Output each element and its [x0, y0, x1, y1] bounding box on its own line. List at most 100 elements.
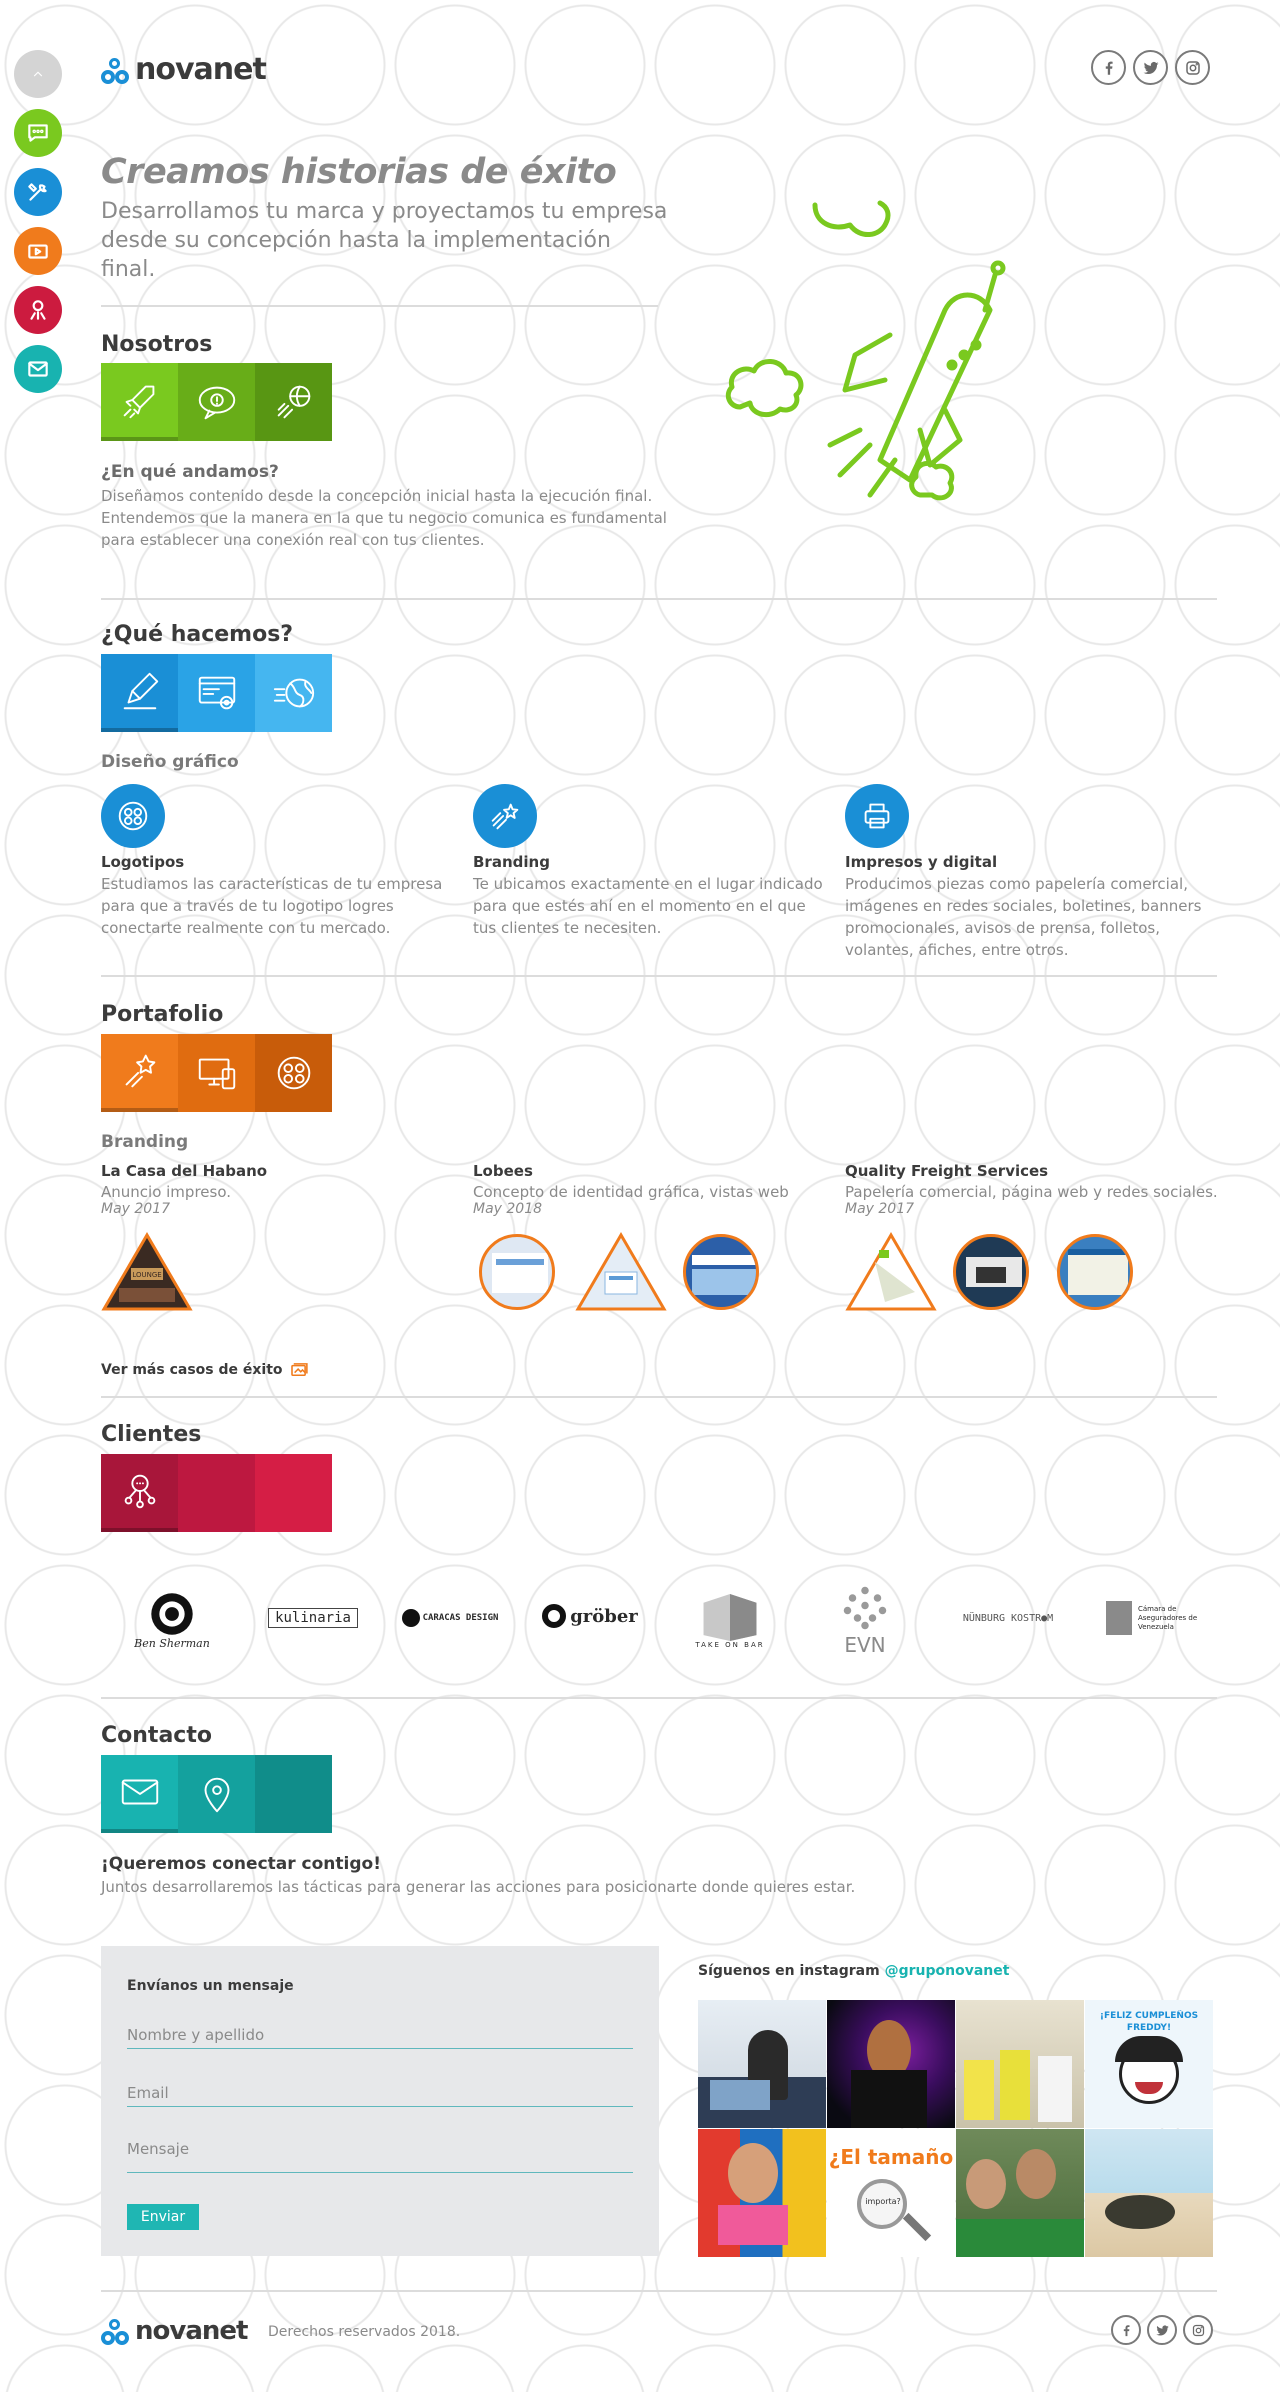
portfolio-thumb-lobees-1[interactable]: [479, 1234, 555, 1310]
external-gallery-icon: [290, 1363, 308, 1377]
people-icon: [30, 300, 46, 320]
twitter-icon: [1143, 61, 1158, 74]
client-logo-take-on-bar: TAKE ON BAR: [690, 1585, 770, 1655]
nav-clientes-button[interactable]: [14, 286, 62, 334]
instagram-post[interactable]: [956, 2000, 1084, 2128]
contacto-tiles: [101, 1755, 332, 1833]
portfolio-item-3-date: May 2017: [845, 1201, 915, 1217]
message-field[interactable]: Mensaje: [127, 2140, 633, 2173]
portfolio-item-1-title[interactable]: La Casa del Habano: [101, 1162, 267, 1180]
instagram-link[interactable]: [1175, 50, 1210, 85]
portfolio-thumb-lobees-3[interactable]: [683, 1234, 759, 1310]
instagram-grid: ¡FELIZ CUMPLEÑOS FREDDY! ¿El tamaño impo…: [698, 2000, 1215, 2257]
twitter-link[interactable]: [1133, 50, 1168, 85]
logo-wordmark: novanet: [135, 52, 267, 87]
browser-gear-icon: [198, 676, 235, 710]
logo-wordmark: novanet: [135, 2316, 248, 2346]
client-logo-caracas-design: CARACAS DESIGN: [400, 1603, 500, 1633]
circles-icon: [118, 801, 148, 831]
instagram-post[interactable]: [698, 2000, 826, 2128]
form-title: Envíanos un mensaje: [127, 1978, 294, 1994]
service-logotipos-text: Estudiamos las características de tu emp…: [101, 875, 443, 937]
portfolio-thumb-qfs-1[interactable]: [845, 1232, 937, 1312]
portfolio-thumb-habano[interactable]: LOUNGE: [101, 1232, 193, 1312]
nav-nosotros-button[interactable]: [14, 109, 62, 157]
portafolio-subtitle: Branding: [101, 1132, 189, 1152]
hero-title: Creamos historias de éxito: [101, 152, 617, 192]
portfolio-thumb-qfs-2[interactable]: [953, 1234, 1029, 1310]
service-branding-text: Te ubicamos exactamente en el lugar indi…: [473, 875, 823, 937]
email-field[interactable]: Email: [127, 2084, 633, 2107]
que-hacemos-tile-globe: [255, 654, 332, 732]
clientes-tile-people: [101, 1454, 178, 1532]
portfolio-item-2-title[interactable]: Lobees: [473, 1162, 533, 1180]
instagram-label: Síguenos en instagram: [698, 1963, 880, 1979]
ball-icon: [277, 385, 310, 419]
nav-que-hacemos-button[interactable]: [14, 168, 62, 216]
instagram-link[interactable]: [1183, 2315, 1213, 2345]
more-cases-label: Ver más casos de éxito: [101, 1362, 283, 1378]
hero-subtitle: Desarrollamos tu marca y proyectamos tu …: [101, 199, 668, 282]
instagram-post[interactable]: [956, 2129, 1084, 2257]
portafolio-tile-star: [101, 1034, 178, 1112]
instagram-post[interactable]: [827, 2000, 955, 2128]
footer-logo[interactable]: novanet: [101, 2316, 248, 2346]
instagram-heading: Síguenos en instagram @gruponovanet: [698, 1963, 1009, 1979]
nav-up-button[interactable]: [14, 50, 62, 98]
portfolio-thumb-qfs-3[interactable]: [1057, 1234, 1133, 1310]
contacto-title: Contacto: [101, 1723, 212, 1748]
que-hacemos-tiles: [101, 654, 332, 732]
rocket-illustration: [725, 200, 1006, 501]
service-impresos-text: Producimos piezas como papelería comerci…: [845, 875, 1202, 959]
nosotros-divider: [101, 598, 1217, 600]
client-logo-evn: EVN: [825, 1570, 905, 1670]
portfolio-item-3-desc: Papelería comercial, página web y redes …: [845, 1183, 1218, 1201]
portfolio-item-2-date: May 2018: [473, 1201, 543, 1217]
clientes-tile-3: [255, 1454, 332, 1532]
logo-mark: [101, 2317, 131, 2345]
instagram-post[interactable]: [1085, 2129, 1213, 2257]
nosotros-tile-bubble: [178, 363, 255, 441]
name-field[interactable]: Nombre y apellido: [127, 2026, 633, 2049]
svg-text:LOUNGE: LOUNGE: [132, 1271, 161, 1279]
twitter-link[interactable]: [1147, 2315, 1177, 2345]
client-logo-grober: gröber: [542, 1595, 638, 1637]
service-impresos-icon-wrap: [845, 784, 909, 848]
portfolio-item-1-desc: Anuncio impreso.: [101, 1183, 232, 1201]
instagram-post[interactable]: [698, 2129, 826, 2257]
portfolio-thumb-lobees-2[interactable]: [575, 1232, 667, 1312]
nosotros-tiles: [101, 363, 332, 441]
instagram-post[interactable]: ¡FELIZ CUMPLEÑOS FREDDY!: [1085, 2000, 1213, 2128]
instagram-icon: [1185, 60, 1200, 75]
portafolio-title: Portafolio: [101, 1002, 224, 1027]
contacto-heading: ¡Queremos conectar contigo!: [101, 1854, 381, 1874]
facebook-link[interactable]: [1091, 50, 1126, 85]
service-logotipos-title: Logotipos: [101, 853, 185, 871]
nav-portafolio-button[interactable]: [14, 227, 62, 275]
contacto-text: Juntos desarrollaremos las tácticas para…: [101, 1878, 856, 1896]
portfolio-item-2-desc: Concepto de identidad gráfica, vistas we…: [473, 1183, 789, 1201]
portafolio-tile-circles: [255, 1034, 332, 1112]
service-branding-title: Branding: [473, 853, 550, 871]
portfolio-item-3-title[interactable]: Quality Freight Services: [845, 1162, 1048, 1180]
target-icon: [151, 1592, 193, 1635]
chevron-up-icon: [33, 71, 43, 77]
instagram-post[interactable]: ¿El tamaño importa?: [827, 2129, 955, 2257]
side-nav: [14, 50, 62, 404]
que-hacemos-title: ¿Qué hacemos?: [101, 622, 294, 647]
nosotros-tile-rocket: [101, 363, 178, 441]
contacto-tile-pin: [178, 1755, 255, 1833]
service-logotipos-icon-wrap: [101, 784, 165, 848]
nav-contacto-button[interactable]: [14, 345, 62, 393]
send-button[interactable]: Enviar: [127, 2204, 199, 2230]
facebook-link[interactable]: [1111, 2315, 1141, 2345]
more-cases-link[interactable]: Ver más casos de éxito: [101, 1362, 309, 1378]
header-logo[interactable]: novanet: [101, 52, 267, 87]
tools-icon: [28, 183, 47, 201]
nosotros-title: Nosotros: [101, 332, 213, 357]
client-logo-kulinaria: kulinaria: [263, 1600, 363, 1636]
facebook-icon: [1123, 2324, 1129, 2336]
instagram-handle-link[interactable]: @gruponovanet: [885, 1963, 1010, 1979]
footer-social: [1111, 2315, 1213, 2345]
client-logo-ben-sherman: Ben Sherman: [123, 1585, 221, 1655]
